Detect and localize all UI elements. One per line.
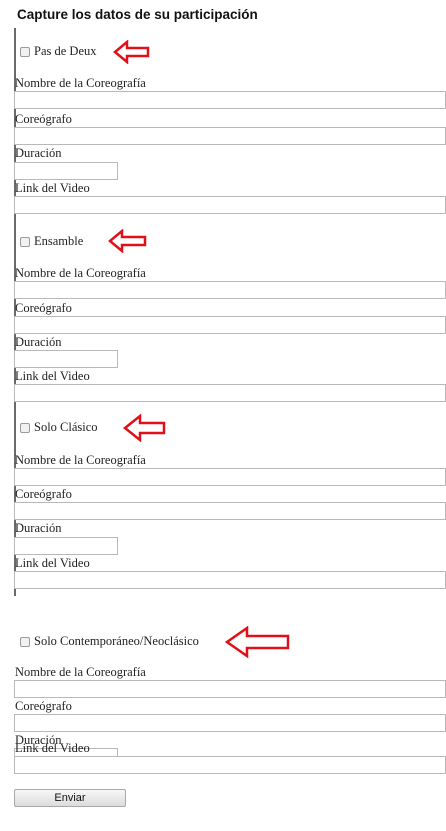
coreografo-input[interactable]	[14, 127, 446, 145]
duracion-input[interactable]	[14, 350, 118, 368]
form-title: Capture los datos de su participación	[17, 7, 258, 22]
duracion-input[interactable]	[14, 162, 118, 180]
coreografo-label: Coreógrafo	[15, 699, 72, 713]
link-video-input[interactable]	[14, 384, 446, 402]
nombre-coreografia-input[interactable]	[14, 281, 446, 299]
nombre-coreografia-label: Nombre de la Coreografía	[15, 665, 146, 679]
duracion-label: Duración	[15, 335, 62, 349]
nombre-coreografia-label: Nombre de la Coreografía	[15, 453, 146, 467]
link-video-label: Link del Video	[15, 369, 90, 383]
left-arrow-icon	[113, 40, 150, 64]
coreografo-label: Coreógrafo	[15, 112, 72, 126]
nombre-coreografia-input[interactable]	[14, 468, 446, 486]
coreografo-input[interactable]	[14, 714, 446, 732]
solo-contemporaneo-label: Solo Contemporáneo/Neoclásico	[34, 634, 199, 648]
duracion-label: Duración	[15, 146, 62, 160]
nombre-coreografia-label: Nombre de la Coreografía	[15, 266, 146, 280]
nombre-coreografia-label: Nombre de la Coreografía	[15, 76, 146, 90]
ensamble-checkbox-row[interactable]: Ensamble	[20, 234, 83, 249]
solo-clasico-label: Solo Clásico	[34, 420, 98, 434]
left-arrow-icon	[123, 414, 166, 442]
pas-de-deux-checkbox-row[interactable]: Pas de Deux	[20, 44, 97, 59]
pas-de-deux-checkbox[interactable]	[20, 46, 30, 57]
link-video-input[interactable]	[14, 196, 446, 214]
coreografo-label: Coreógrafo	[15, 301, 72, 315]
enviar-button[interactable]: Enviar	[14, 789, 126, 807]
ensamble-label: Ensamble	[34, 234, 84, 248]
coreografo-input[interactable]	[14, 502, 446, 520]
link-video-input[interactable]	[14, 756, 446, 774]
solo-contemporaneo-checkbox[interactable]	[20, 636, 30, 647]
left-arrow-icon	[225, 626, 290, 658]
coreografo-input[interactable]	[14, 316, 446, 334]
solo-clasico-checkbox-row[interactable]: Solo Clásico	[20, 420, 98, 435]
left-arrow-icon	[108, 229, 147, 253]
nombre-coreografia-input[interactable]	[14, 91, 446, 109]
pas-de-deux-label: Pas de Deux	[34, 44, 97, 58]
duracion-label: Duración	[15, 521, 62, 535]
solo-clasico-checkbox[interactable]	[20, 422, 30, 433]
link-video-label: Link del Video	[15, 741, 90, 755]
nombre-coreografia-input[interactable]	[14, 680, 446, 698]
solo-contemporaneo-checkbox-row[interactable]: Solo Contemporáneo/Neoclásico	[20, 634, 199, 649]
coreografo-label: Coreógrafo	[15, 487, 72, 501]
link-video-label: Link del Video	[15, 556, 90, 570]
duracion-input[interactable]	[14, 537, 118, 555]
link-video-input[interactable]	[14, 571, 446, 589]
ensamble-checkbox[interactable]	[20, 236, 30, 247]
link-video-label: Link del Video	[15, 181, 90, 195]
